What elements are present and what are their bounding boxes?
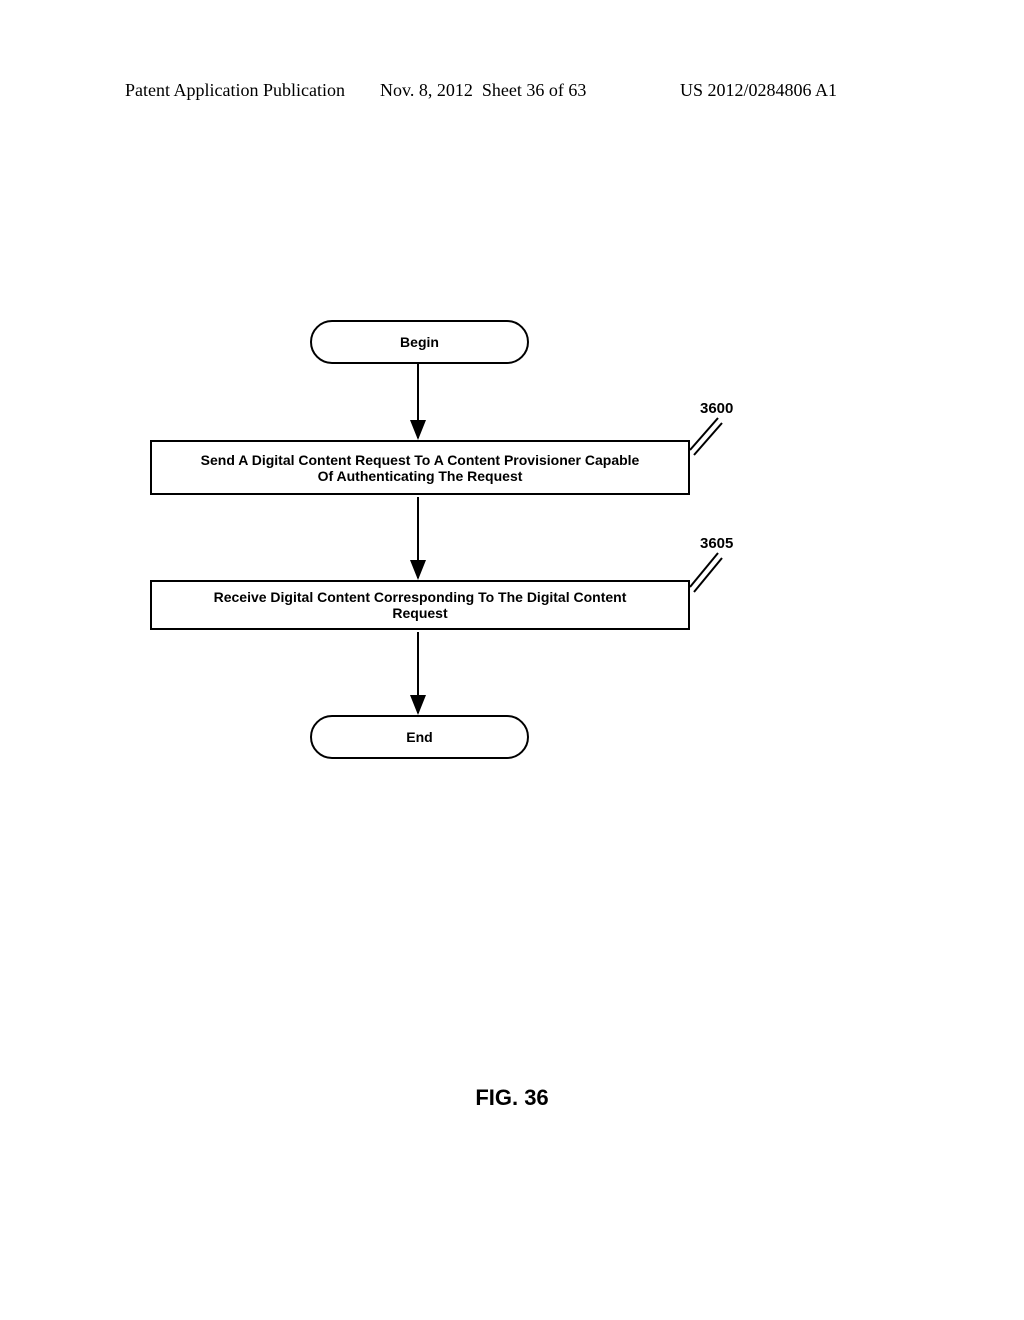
publication-number: US 2012/0284806 A1 [680,80,837,101]
flowchart-step-1: Send A Digital Content Request To A Cont… [150,440,690,495]
reference-numeral-3600: 3600 [700,400,733,417]
step2-text: Receive Digital Content Corresponding To… [192,589,648,621]
reference-numeral-3605: 3605 [700,535,733,552]
publication-date: Nov. 8, 2012 [380,80,473,100]
sheet-number: Sheet 36 of 63 [482,80,586,100]
begin-label: Begin [400,334,439,350]
flowchart-step-2: Receive Digital Content Corresponding To… [150,580,690,630]
publication-date-sheet: Nov. 8, 2012 Sheet 36 of 63 [380,80,586,101]
figure-caption: FIG. 36 [0,1085,1024,1111]
flowchart-begin-terminator: Begin [310,320,529,364]
step1-text: Send A Digital Content Request To A Cont… [192,452,648,484]
end-label: End [406,729,432,745]
flowchart-end-terminator: End [310,715,529,759]
publication-label: Patent Application Publication [125,80,345,101]
